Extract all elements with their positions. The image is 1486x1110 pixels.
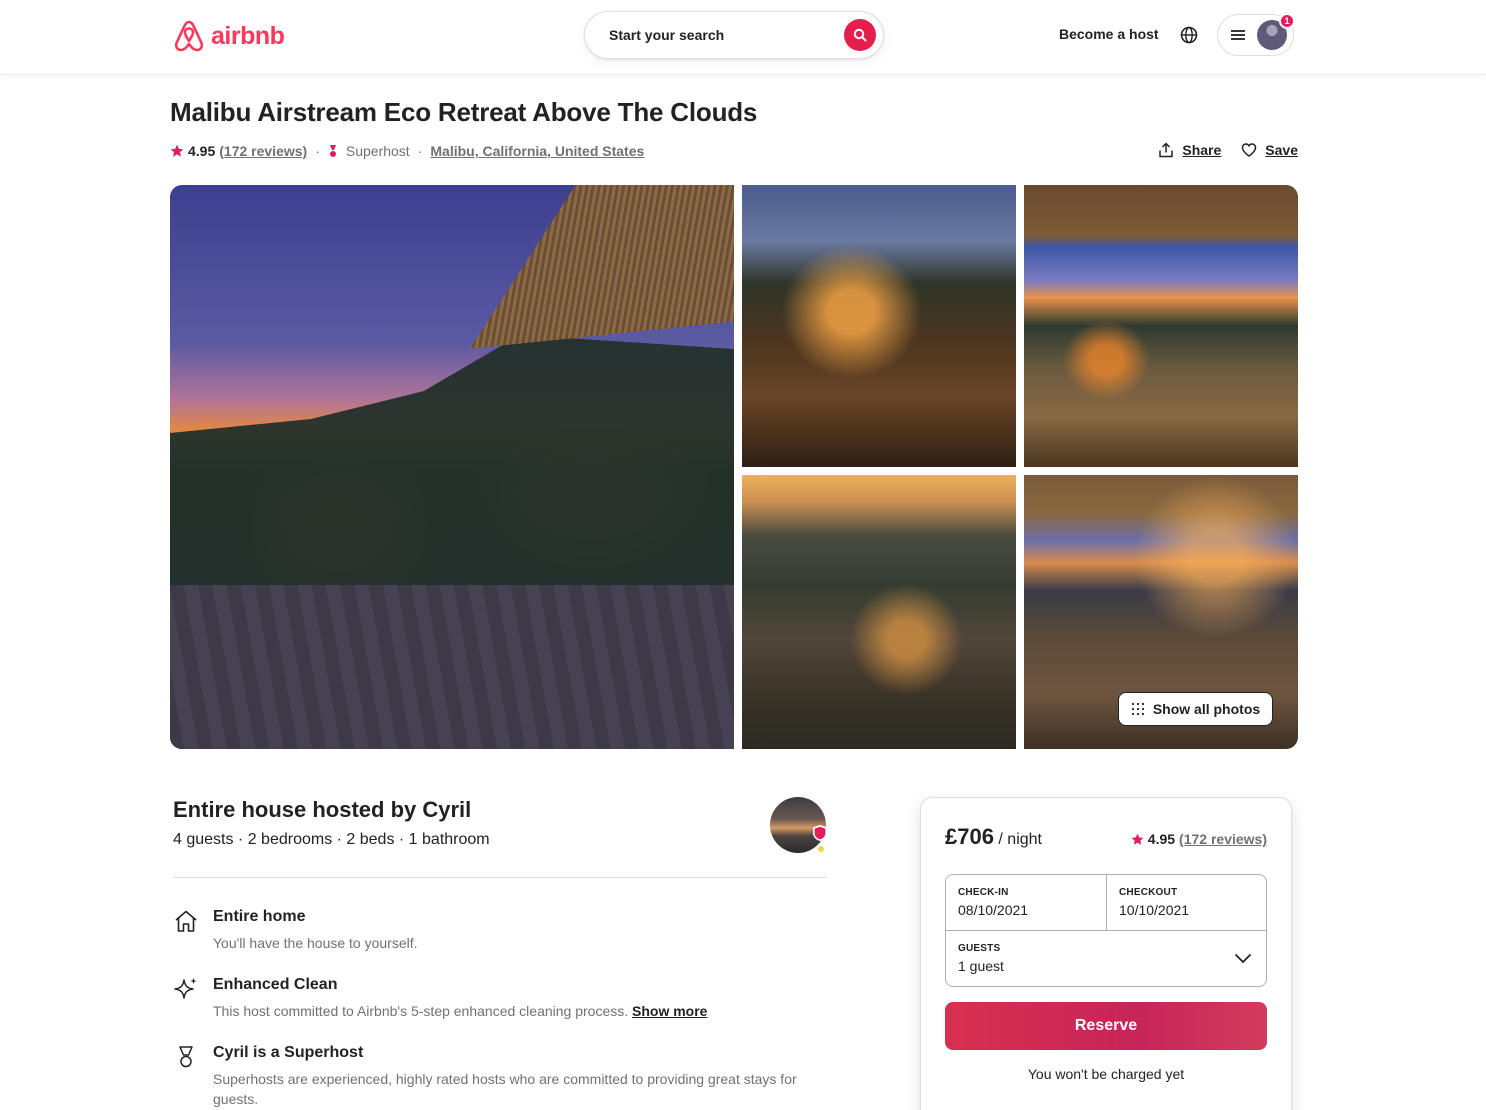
listing-reviews-link[interactable]: (172 reviews): [219, 143, 307, 159]
photo-gallery: Show all photos: [170, 185, 1298, 749]
feature-description: This host committed to Airbnb's 5-step e…: [213, 1001, 833, 1021]
guests-value: 1 guest: [958, 958, 1004, 974]
price-amount: £706: [945, 824, 994, 849]
share-icon: [1159, 142, 1174, 158]
globe-icon[interactable]: [1179, 25, 1199, 45]
card-rating-value: 4.95: [1147, 831, 1176, 847]
home-icon: [175, 910, 197, 932]
photo-deck: [170, 585, 734, 749]
checkout-label: CHECKOUT: [1119, 887, 1178, 898]
star-icon: [1131, 833, 1144, 845]
logo-text: airbnb: [211, 21, 285, 50]
guests-dropdown[interactable]: GUESTS 1 guest: [946, 931, 1266, 986]
grid-dots-icon: [1131, 702, 1144, 716]
feature-description-text: This host committed to Airbnb's 5-step e…: [213, 1003, 629, 1019]
guests-label: GUESTS: [958, 943, 1001, 954]
feature-title: Enhanced Clean: [213, 976, 338, 993]
notification-badge: 1: [1279, 13, 1295, 29]
listing-meta: 4.95 (172 reviews) · Superhost · Malibu,…: [170, 143, 644, 159]
superhost-label: Superhost: [345, 143, 410, 159]
price-unit: / night: [993, 831, 1042, 848]
gallery-photo-3[interactable]: [1024, 185, 1298, 467]
card-reviews-link[interactable]: (172 reviews): [1179, 831, 1267, 847]
listing-location-link[interactable]: Malibu, California, United States: [430, 143, 644, 159]
gallery-photo-2[interactable]: [742, 185, 1016, 467]
top-navigation-bar: airbnb Start your search Become a host 1: [0, 0, 1486, 75]
listing-actions: Share Save: [1158, 142, 1298, 158]
checkout-field[interactable]: CHECKOUT 10/10/2021: [1107, 875, 1266, 931]
feature-title: Entire home: [213, 908, 306, 925]
date-guest-picker: CHECK-IN 08/10/2021 CHECKOUT 10/10/2021 …: [945, 874, 1267, 987]
card-rating: 4.95 (172 reviews): [1131, 831, 1267, 847]
save-button[interactable]: Save: [1241, 142, 1298, 158]
feature-description: Superhosts are experienced, highly rated…: [213, 1071, 797, 1107]
gallery-photo-4[interactable]: [742, 475, 1016, 749]
superhost-shield-icon: [813, 825, 827, 841]
show-more-link[interactable]: Show more: [632, 1003, 707, 1019]
search-bar[interactable]: Start your search: [584, 11, 884, 59]
main-photo[interactable]: [170, 185, 734, 749]
checkin-label: CHECK-IN: [958, 887, 1009, 898]
superhost-medal-icon: [329, 145, 336, 157]
checkout-value: 10/10/2021: [1119, 902, 1190, 918]
medal-icon: [179, 1046, 193, 1068]
host-heading: Entire house hosted by Cyril: [173, 797, 472, 822]
listing-title: Malibu Airstream Eco Retreat Above The C…: [170, 97, 758, 127]
booking-card: £706 / night 4.95 (172 reviews) CHECK-IN…: [920, 797, 1292, 1110]
show-all-photos-label: Show all photos: [1152, 701, 1261, 717]
sparkle-icon: [174, 978, 197, 999]
not-charged-note: You won't be charged yet: [1027, 1066, 1185, 1082]
checkin-value: 08/10/2021: [958, 902, 1029, 918]
heart-icon: [1242, 143, 1257, 157]
show-all-photos-button[interactable]: Show all photos: [1118, 692, 1273, 726]
listing-capacity: 4 guests · 2 bedrooms · 2 beds · 1 bathr…: [173, 831, 490, 848]
listing-rating: 4.95: [188, 143, 216, 159]
airbnb-logo-icon: [174, 20, 204, 52]
star-icon: [170, 144, 184, 157]
save-label: Save: [1265, 142, 1298, 158]
share-label: Share: [1182, 142, 1222, 158]
search-button[interactable]: [844, 19, 876, 51]
meta-separator: ·: [315, 143, 320, 159]
nightly-price: £706 / night: [945, 824, 1042, 850]
become-a-host-link[interactable]: Become a host: [1059, 26, 1159, 42]
feature-title: Cyril is a Superhost: [213, 1044, 364, 1061]
host-status-dot: [816, 844, 826, 854]
hamburger-menu-icon: [1231, 30, 1245, 40]
search-icon: [853, 28, 867, 42]
chevron-down-icon: [1235, 954, 1251, 963]
search-placeholder: Start your search: [609, 27, 725, 43]
photo-hillside: [170, 335, 734, 615]
meta-separator: ·: [417, 143, 423, 159]
section-divider: [173, 877, 827, 878]
airbnb-logo[interactable]: airbnb: [173, 19, 285, 53]
reserve-button[interactable]: Reserve: [945, 1002, 1267, 1050]
share-button[interactable]: Share: [1158, 142, 1221, 158]
checkin-field[interactable]: CHECK-IN 08/10/2021: [946, 875, 1107, 931]
feature-description: You'll have the house to yourself.: [213, 935, 418, 951]
